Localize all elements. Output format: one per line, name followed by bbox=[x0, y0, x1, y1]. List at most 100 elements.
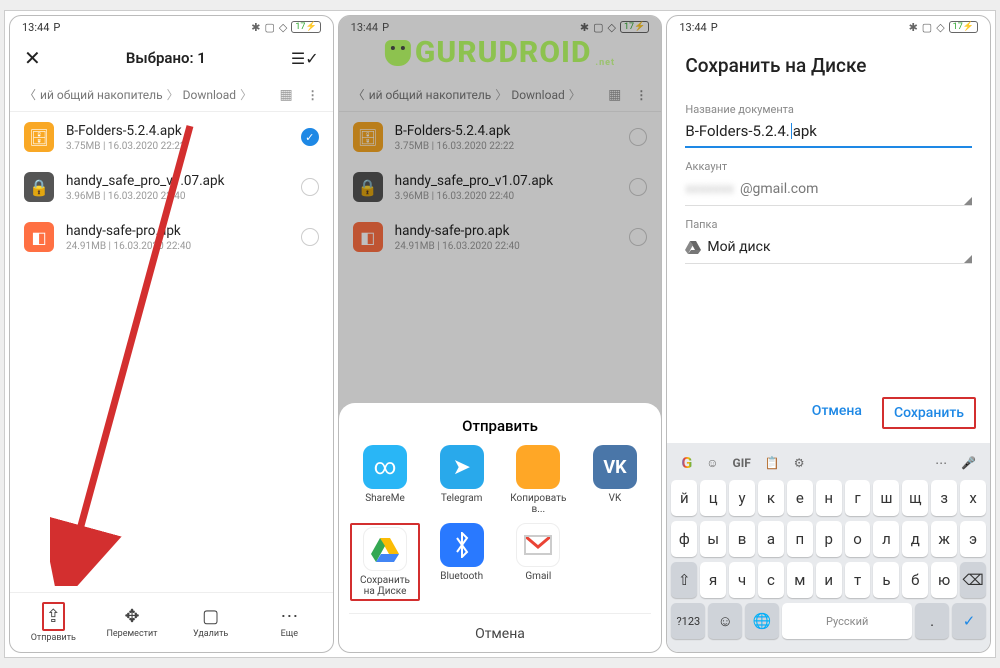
key-shift[interactable]: ⇧ bbox=[671, 562, 697, 598]
move-button[interactable]: ✥ Переместит bbox=[93, 597, 172, 648]
close-icon[interactable]: ✕ bbox=[24, 46, 41, 70]
bottom-toolbar: ⇪ Отправить ✥ Переместит ▢ Удалить ⋯ Еще bbox=[10, 592, 333, 652]
key-ч[interactable]: ч bbox=[729, 562, 755, 598]
key-п[interactable]: п bbox=[787, 521, 813, 557]
key-ь[interactable]: ь bbox=[873, 562, 899, 598]
send-button[interactable]: ⇪ Отправить bbox=[14, 597, 93, 648]
key-л[interactable]: л bbox=[873, 521, 899, 557]
save-button[interactable]: Сохранить bbox=[882, 397, 976, 429]
share-app-drive[interactable]: Сохранить на Диске bbox=[350, 523, 420, 601]
key-в[interactable]: в bbox=[729, 521, 755, 557]
share-app-copy[interactable]: Копировать в... bbox=[503, 445, 573, 515]
folder-label: Папка bbox=[685, 218, 972, 231]
apk-icon: 🔒 bbox=[24, 172, 54, 202]
account-select[interactable]: xxxxxxx@gmail.com bbox=[685, 173, 972, 206]
cancel-button[interactable]: Отмена bbox=[349, 613, 652, 642]
trash-icon: ▢ bbox=[202, 606, 219, 627]
drive-icon bbox=[685, 240, 701, 254]
key-backspace[interactable]: ⌫ bbox=[960, 562, 986, 598]
key-м[interactable]: м bbox=[787, 562, 813, 598]
screen-2: 13:44P ✱▢◇ 17⚡ 〈 ий общий накопитель〉 Do… bbox=[338, 15, 663, 653]
key-й[interactable]: й bbox=[671, 480, 697, 516]
checkbox[interactable]: ✓ bbox=[301, 128, 319, 146]
key-э[interactable]: э bbox=[960, 521, 986, 557]
key-з[interactable]: з bbox=[931, 480, 957, 516]
clipboard-icon[interactable]: 📋 bbox=[765, 456, 780, 470]
telegram-icon: ➤ bbox=[440, 445, 484, 489]
doc-name-input[interactable]: B-Folders-5.2.4.apk bbox=[685, 116, 972, 148]
statusbar: 13:44P ✱ ▢ ◇ 17⚡ bbox=[10, 16, 333, 38]
key-period[interactable]: . bbox=[915, 603, 949, 639]
key-н[interactable]: н bbox=[816, 480, 842, 516]
key-emoji[interactable]: ☺ bbox=[708, 603, 742, 639]
more-icon[interactable]: ⋯ bbox=[935, 456, 947, 470]
key-е[interactable]: е bbox=[787, 480, 813, 516]
settings-icon[interactable]: ⚙ bbox=[794, 456, 805, 470]
share-app-vk[interactable]: VK VK bbox=[580, 445, 650, 515]
apk-icon: ◧ bbox=[24, 222, 54, 252]
checkbox[interactable] bbox=[301, 178, 319, 196]
folder-icon bbox=[516, 445, 560, 489]
key-б[interactable]: б bbox=[902, 562, 928, 598]
screen-3: 13:44P ✱▢◇ 17⚡ Сохранить на Диске Назван… bbox=[666, 15, 991, 653]
share-title: Отправить bbox=[349, 417, 652, 435]
key-т[interactable]: т bbox=[845, 562, 871, 598]
key-ж[interactable]: ж bbox=[931, 521, 957, 557]
dnd-icon: ✱ bbox=[251, 21, 260, 34]
share-sheet: Отправить ∞ ShareMe ➤ Telegram Копироват… bbox=[339, 403, 662, 652]
key-х[interactable]: х bbox=[960, 480, 986, 516]
share-app-gmail[interactable]: Gmail bbox=[503, 523, 573, 601]
bluetooth-icon bbox=[440, 523, 484, 567]
page-title: Выбрано: 1 bbox=[126, 49, 206, 67]
sort-icon[interactable]: ☰✓ bbox=[291, 49, 319, 68]
more-icon: ⋯ bbox=[280, 606, 298, 627]
key-о[interactable]: о bbox=[845, 521, 871, 557]
file-row[interactable]: 🗄 B-Folders-5.2.4.apk 3.75MB | 16.03.202… bbox=[10, 112, 333, 162]
cancel-button[interactable]: Отмена bbox=[802, 397, 872, 429]
grid-view-icon[interactable]: ▦ bbox=[279, 87, 292, 103]
delete-button[interactable]: ▢ Удалить bbox=[171, 597, 250, 648]
gif-button[interactable]: GIF bbox=[733, 456, 751, 470]
key-г[interactable]: г bbox=[845, 480, 871, 516]
key-с[interactable]: с bbox=[758, 562, 784, 598]
google-icon[interactable]: G bbox=[681, 453, 692, 472]
key-ц[interactable]: ц bbox=[700, 480, 726, 516]
key-и[interactable]: и bbox=[816, 562, 842, 598]
keyboard: G ☺ GIF 📋 ⚙ ⋯ 🎤 йцукенгшщзх фывапролджэ … bbox=[667, 443, 990, 652]
key-ю[interactable]: ю bbox=[931, 562, 957, 598]
key-ш[interactable]: ш bbox=[873, 480, 899, 516]
back-icon[interactable]: 〈 bbox=[24, 86, 36, 103]
file-row[interactable]: 🔒 handy_safe_pro_v1.07.apk 3.96MB | 16.0… bbox=[10, 162, 333, 212]
dropdown-icon bbox=[964, 197, 972, 205]
mic-icon[interactable]: 🎤 bbox=[961, 456, 976, 470]
apk-icon: 🗄 bbox=[24, 122, 54, 152]
key-space[interactable]: Русский bbox=[782, 603, 912, 639]
key-щ[interactable]: щ bbox=[902, 480, 928, 516]
key-ф[interactable]: ф bbox=[671, 521, 697, 557]
key-enter[interactable]: ✓ bbox=[952, 603, 986, 639]
folder-select[interactable]: Мой диск bbox=[685, 231, 972, 264]
key-numbers[interactable]: ?123 bbox=[671, 603, 705, 639]
checkbox[interactable] bbox=[301, 228, 319, 246]
sticker-icon[interactable]: ☺ bbox=[706, 456, 718, 470]
more-icon[interactable]: ⋮ bbox=[307, 88, 319, 102]
dialog-title: Сохранить на Диске bbox=[667, 38, 990, 87]
share-app-bluetooth[interactable]: Bluetooth bbox=[427, 523, 497, 601]
account-label: Аккаунт bbox=[685, 160, 972, 173]
drive-icon bbox=[363, 527, 407, 571]
key-р[interactable]: р bbox=[816, 521, 842, 557]
key-а[interactable]: а bbox=[758, 521, 784, 557]
key-я[interactable]: я bbox=[700, 562, 726, 598]
breadcrumb[interactable]: 〈 ий общий накопитель 〉 Download 〉 ▦ ⋮ bbox=[10, 78, 333, 112]
more-button[interactable]: ⋯ Еще bbox=[250, 597, 329, 648]
gmail-icon bbox=[516, 523, 560, 567]
file-row[interactable]: ◧ handy-safe-pro.apk 24.91MB | 16.03.202… bbox=[10, 212, 333, 262]
key-д[interactable]: д bbox=[902, 521, 928, 557]
share-app-shareme[interactable]: ∞ ShareMe bbox=[350, 445, 420, 515]
share-app-telegram[interactable]: ➤ Telegram bbox=[427, 445, 497, 515]
dropdown-icon bbox=[964, 255, 972, 263]
key-lang[interactable]: 🌐 bbox=[745, 603, 779, 639]
key-ы[interactable]: ы bbox=[700, 521, 726, 557]
key-к[interactable]: к bbox=[758, 480, 784, 516]
key-у[interactable]: у bbox=[729, 480, 755, 516]
